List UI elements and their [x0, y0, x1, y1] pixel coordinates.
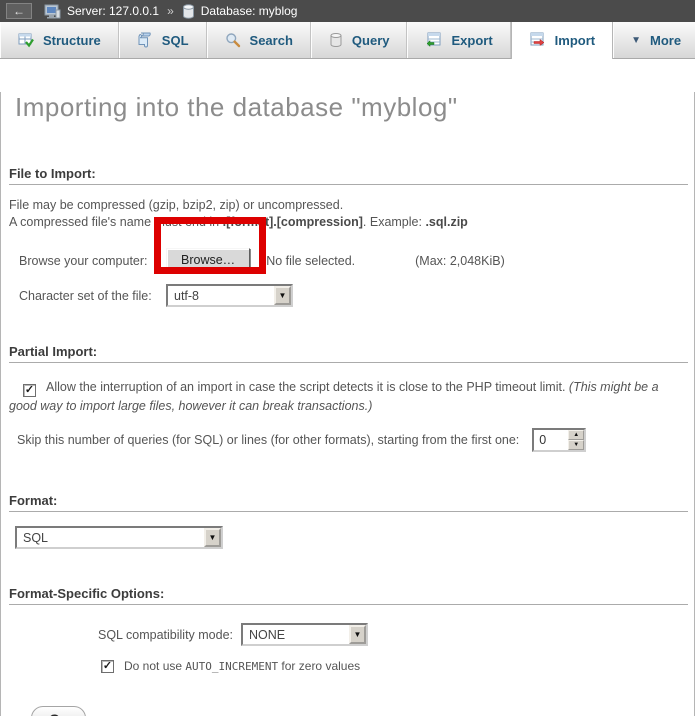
tab-more-label: More [650, 33, 681, 48]
breadcrumb-database[interactable]: Database: myblog [201, 4, 298, 18]
server-icon [44, 4, 61, 19]
tab-import[interactable]: Import [511, 22, 613, 59]
stepper-down-icon[interactable]: ▼ [568, 440, 584, 450]
sql-compatibility-row: SQL compatibility mode: NONE ▼ [98, 623, 694, 646]
main-content: Importing into the database "myblog" Fil… [0, 92, 695, 716]
auto-increment-label: Do not use AUTO_INCREMENT for zero value… [124, 659, 360, 673]
back-arrow-icon: ← [13, 5, 25, 17]
export-icon [425, 32, 442, 48]
compression-note-line1: File may be compressed (gzip, bzip2, zip… [9, 197, 694, 214]
allow-interrupt-checkbox[interactable]: ✓ [23, 384, 36, 397]
allow-interrupt-row: ✓ Allow the interruption of an import in … [9, 378, 686, 416]
tab-export-label: Export [451, 33, 492, 48]
sql-compatibility-select[interactable]: NONE ▼ [241, 623, 368, 646]
auto-increment-keyword: AUTO_INCREMENT [185, 660, 278, 673]
breadcrumb-separator: » [167, 4, 174, 18]
chevron-down-icon: ▼ [631, 35, 641, 46]
skip-queries-row: Skip this number of queries (for SQL) or… [17, 428, 694, 452]
breadcrumb-server[interactable]: Server: 127.0.0.1 [67, 4, 159, 18]
skip-queries-label: Skip this number of queries (for SQL) or… [17, 433, 519, 447]
charset-select-value: utf-8 [168, 286, 274, 305]
page-title: Importing into the database "myblog" [15, 92, 694, 123]
max-size-text: (Max: 2,048KiB) [415, 254, 505, 268]
browse-button[interactable]: Browse… [166, 248, 250, 273]
tab-query-label: Query [352, 33, 390, 48]
tab-structure-label: Structure [43, 33, 101, 48]
tab-bar: Structure SQL Search Query [0, 22, 695, 59]
format-select-value: SQL [17, 528, 204, 547]
charset-row: Character set of the file: utf-8 ▼ [19, 284, 694, 307]
format-select-arrow-icon[interactable]: ▼ [204, 528, 221, 547]
tab-query[interactable]: Query [311, 22, 408, 58]
skip-queries-stepper[interactable]: 0 ▲ ▼ [532, 428, 586, 452]
stepper-up-icon[interactable]: ▲ [568, 430, 584, 440]
search-icon [225, 32, 241, 48]
sql-compatibility-label: SQL compatibility mode: [98, 628, 233, 642]
tab-structure[interactable]: Structure [0, 22, 119, 58]
tab-search[interactable]: Search [207, 22, 311, 58]
tab-export[interactable]: Export [407, 22, 510, 58]
browse-label: Browse your computer: [19, 254, 166, 268]
phpmyadmin-import-page: ← Server: 127.0.0.1 » Database: myblog [0, 0, 695, 716]
section-heading-partial-import: Partial Import: [9, 344, 688, 363]
section-heading-file-to-import: File to Import: [9, 166, 688, 185]
skip-queries-value[interactable]: 0 [534, 430, 568, 450]
file-upload-row: Browse your computer: Browse… No file se… [19, 248, 694, 273]
structure-icon [18, 32, 34, 48]
auto-increment-checkbox[interactable]: ✓ [101, 660, 114, 673]
compression-note-line2: A compressed file's name must end in .[f… [9, 214, 694, 231]
charset-label: Character set of the file: [19, 289, 166, 303]
go-button[interactable]: Go [31, 706, 86, 716]
section-heading-format-specific: Format-Specific Options: [9, 586, 688, 605]
auto-increment-row: ✓ Do not use AUTO_INCREMENT for zero val… [101, 659, 694, 673]
section-heading-format: Format: [9, 493, 688, 512]
tab-more[interactable]: ▼ More [613, 22, 695, 58]
format-select[interactable]: SQL ▼ [15, 526, 223, 549]
compression-note: File may be compressed (gzip, bzip2, zip… [9, 197, 694, 231]
format-select-row: SQL ▼ [15, 526, 694, 549]
import-icon [529, 32, 546, 48]
tab-sql[interactable]: SQL [119, 22, 207, 58]
query-icon [329, 32, 343, 48]
back-button[interactable]: ← [6, 3, 32, 19]
breadcrumb-bar: ← Server: 127.0.0.1 » Database: myblog [0, 0, 695, 22]
charset-select[interactable]: utf-8 ▼ [166, 284, 293, 307]
sql-compatibility-value: NONE [243, 625, 349, 644]
database-icon [182, 4, 195, 19]
allow-interrupt-text: Allow the interruption of an import in c… [46, 380, 569, 394]
tab-import-label: Import [555, 33, 595, 48]
tab-search-label: Search [250, 33, 293, 48]
charset-select-arrow-icon[interactable]: ▼ [274, 286, 291, 305]
sql-icon [137, 32, 153, 48]
tab-sql-label: SQL [162, 33, 189, 48]
sql-compatibility-arrow-icon[interactable]: ▼ [349, 625, 366, 644]
file-status-text: No file selected. [266, 254, 355, 268]
